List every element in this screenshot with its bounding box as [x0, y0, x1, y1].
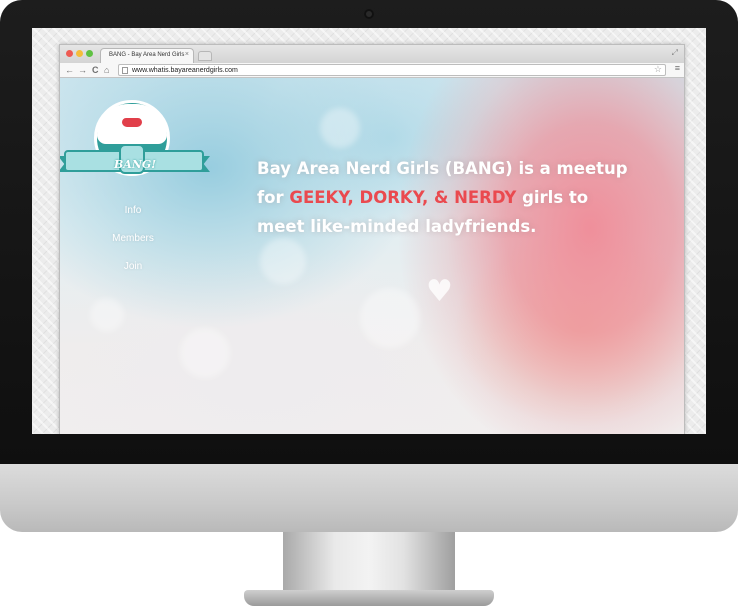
- window-close-button[interactable]: [66, 50, 73, 57]
- monitor-stand: [283, 532, 455, 594]
- headline-line-2-pre: for: [257, 188, 290, 207]
- lips-icon: [122, 118, 142, 127]
- webcam-icon: [364, 9, 374, 19]
- heart-icon: ♥: [426, 274, 453, 309]
- fullscreen-icon[interactable]: ⤢: [672, 48, 678, 58]
- headline-line-2: for GEEKY, DORKY, & NERDY girls to: [257, 183, 657, 212]
- screen: BANG - Bay Area Nerd Girls × ⤢ ← → C ⌂ w…: [32, 28, 706, 434]
- tab-bang[interactable]: BANG - Bay Area Nerd Girls ×: [100, 48, 194, 63]
- browser-menu-icon[interactable]: ≡: [675, 63, 680, 73]
- bokeh-light: [180, 328, 230, 378]
- address-bar[interactable]: www.whatis.bayareanerdgirls.com ☆: [118, 64, 666, 76]
- new-tab-button[interactable]: [198, 51, 212, 61]
- logo-text: BANG!: [114, 158, 157, 171]
- hero-headline: Bay Area Nerd Girls (BANG) is a meetup f…: [257, 154, 657, 241]
- monitor-bezel: BANG - Bay Area Nerd Girls × ⤢ ← → C ⌂ w…: [0, 0, 738, 464]
- tab-title: BANG - Bay Area Nerd Girls: [109, 52, 185, 58]
- bookmark-star-icon[interactable]: ☆: [654, 64, 662, 75]
- home-icon[interactable]: ⌂: [104, 64, 109, 76]
- headline-line-1: Bay Area Nerd Girls (BANG) is a meetup: [257, 159, 628, 178]
- headline-line-3: meet like-minded ladyfriends.: [257, 217, 537, 236]
- bokeh-light: [260, 238, 306, 284]
- headline-line-2-post: girls to: [516, 188, 589, 207]
- window-minimize-button[interactable]: [76, 50, 83, 57]
- bokeh-light: [90, 298, 124, 332]
- nav-item-members[interactable]: Members: [90, 232, 176, 246]
- monitor-chin: [0, 464, 738, 532]
- back-icon[interactable]: ←: [65, 64, 74, 76]
- page-icon: [122, 67, 128, 74]
- browser-toolbar: ← → C ⌂ www.whatis.bayareanerdgirls.com …: [60, 63, 684, 78]
- headline-highlight: GEEKY, DORKY, & NERDY: [289, 188, 517, 207]
- site-nav: Info Members Join: [90, 204, 176, 288]
- browser-window: BANG - Bay Area Nerd Girls × ⤢ ← → C ⌂ w…: [59, 44, 685, 434]
- tab-strip: BANG - Bay Area Nerd Girls × ⤢: [60, 45, 684, 63]
- page-viewport: BANG! Info Members Join Bay Area Nerd Gi…: [60, 78, 684, 434]
- monitor-stand-base: [244, 590, 494, 606]
- tab-close-icon[interactable]: ×: [185, 51, 189, 58]
- bokeh-light: [360, 288, 420, 348]
- reload-icon[interactable]: C: [92, 64, 99, 76]
- url-text: www.whatis.bayareanerdgirls.com: [132, 67, 238, 74]
- window-maximize-button[interactable]: [86, 50, 93, 57]
- nav-item-info[interactable]: Info: [90, 204, 176, 218]
- nav-item-join[interactable]: Join: [90, 260, 176, 274]
- forward-icon[interactable]: →: [78, 64, 87, 76]
- bokeh-light: [320, 108, 360, 148]
- bang-logo[interactable]: BANG!: [60, 98, 210, 194]
